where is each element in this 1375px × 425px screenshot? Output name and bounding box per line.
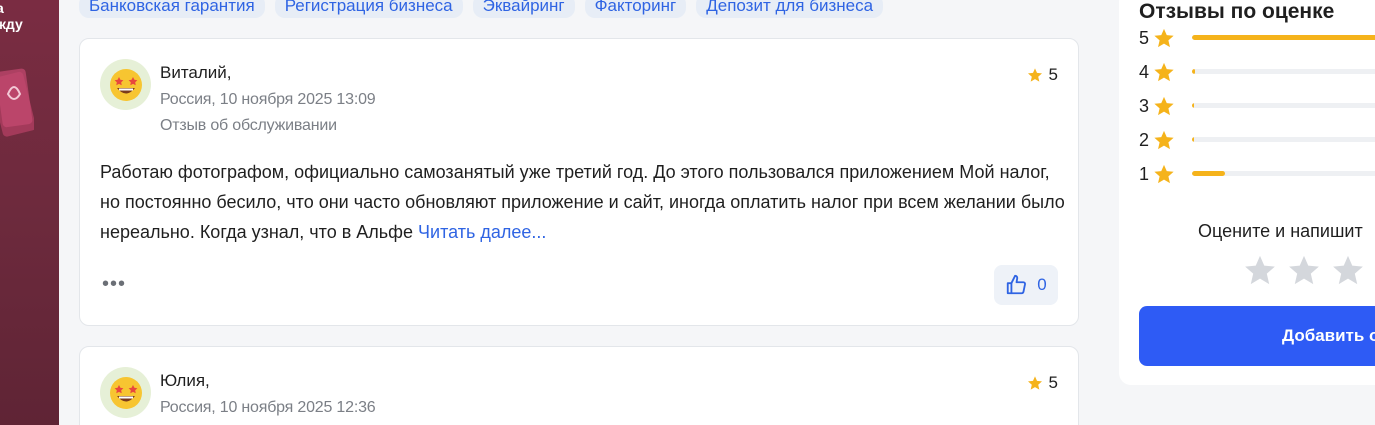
promo-banner[interactable]: а жду — [0, 0, 59, 425]
rating-row-label: 2 — [1139, 129, 1150, 150]
rating-bar-fill — [1192, 171, 1225, 176]
rating-bar — [1192, 137, 1375, 142]
reviewer-name: Юлия, — [160, 371, 210, 390]
rating-bar — [1192, 69, 1375, 74]
rating-bar-fill — [1192, 137, 1195, 142]
tag-list: Банковская гарантия Регистрация бизнеса Эк… — [79, 0, 884, 18]
rating-row-5[interactable]: 5 — [1139, 26, 1375, 50]
star-icon — [1153, 163, 1183, 185]
review-card: Виталий, Россия, 10 ноября 2025 13:09 От… — [79, 38, 1079, 326]
rating-row-1[interactable]: 1 — [1139, 162, 1375, 186]
avatar — [100, 367, 151, 418]
read-more-link[interactable]: Читать далее... — [418, 222, 546, 242]
rating-bar — [1192, 171, 1375, 176]
add-review-button[interactable]: Добавить о — [1139, 306, 1375, 366]
rating-value: 5 — [1048, 373, 1058, 392]
star-icon — [1153, 61, 1183, 83]
rate-prompt: Оцените и напишит — [1198, 221, 1363, 241]
star-struck-emoji-icon — [109, 376, 142, 409]
rating-bar-fill — [1192, 103, 1195, 108]
star-icon — [1027, 68, 1042, 82]
rating-bar-fill — [1192, 35, 1375, 40]
sidebar-title: Отзывы по оценке — [1139, 0, 1335, 23]
rate-star-picker[interactable] — [1243, 253, 1375, 292]
star-icon — [1153, 129, 1183, 151]
review-type: Отзыв об обслуживании — [160, 117, 337, 134]
promo-card-image — [0, 68, 34, 137]
review-rating: 5 — [1027, 65, 1058, 85]
tag-chip[interactable]: Банковская гарантия — [79, 0, 265, 18]
rating-row-label: 1 — [1139, 163, 1150, 184]
rating-bar — [1192, 103, 1375, 108]
review-text: Работаю фотографом, официально самозанят… — [100, 157, 1065, 247]
rating-row-label: 4 — [1139, 61, 1150, 82]
rating-value: 5 — [1048, 65, 1058, 84]
rating-row-4[interactable]: 4 — [1139, 60, 1375, 84]
review-card: Юлия, Россия, 10 ноября 2025 12:36 5 — [79, 346, 1079, 425]
thumbs-up-icon — [1007, 274, 1027, 295]
star-icon — [1027, 376, 1042, 390]
star-icon — [1153, 27, 1183, 49]
rating-row-label: 3 — [1139, 95, 1150, 116]
avatar — [100, 59, 151, 110]
tag-chip[interactable]: Эквайринг — [472, 0, 575, 18]
rating-row-3[interactable]: 3 — [1139, 94, 1375, 118]
like-count: 0 — [1037, 275, 1047, 294]
rating-bar — [1192, 35, 1375, 40]
review-rating: 5 — [1027, 373, 1058, 393]
rating-row-label: 5 — [1139, 27, 1150, 48]
rating-row-2[interactable]: 2 — [1139, 128, 1375, 152]
star-icon — [1153, 95, 1183, 117]
tag-chip[interactable]: Депозит для бизнеса — [696, 0, 884, 18]
review-body: Работаю фотографом, официально самозанят… — [100, 162, 1065, 242]
reviewer-name: Виталий, — [160, 63, 232, 82]
star-struck-emoji-icon — [109, 68, 142, 101]
empty-star-icon[interactable] — [1243, 253, 1277, 292]
rating-bar-fill — [1192, 69, 1196, 74]
promo-text: а жду — [0, 0, 23, 32]
empty-star-icon[interactable] — [1331, 253, 1365, 292]
rating-sidebar: Отзывы по оценке 5 4 3 2 1 Оцените и напишит… — [1119, 0, 1375, 385]
empty-star-icon[interactable] — [1287, 253, 1321, 292]
review-location-date: Россия, 10 ноября 2025 13:09 — [160, 91, 376, 108]
more-options-icon[interactable]: ••• — [102, 274, 126, 294]
tag-chip[interactable]: Регистрация бизнеса — [274, 0, 463, 18]
tag-chip[interactable]: Факторинг — [584, 0, 687, 18]
review-location-date: Россия, 10 ноября 2025 12:36 — [160, 399, 376, 416]
like-button[interactable]: 0 — [994, 265, 1058, 305]
